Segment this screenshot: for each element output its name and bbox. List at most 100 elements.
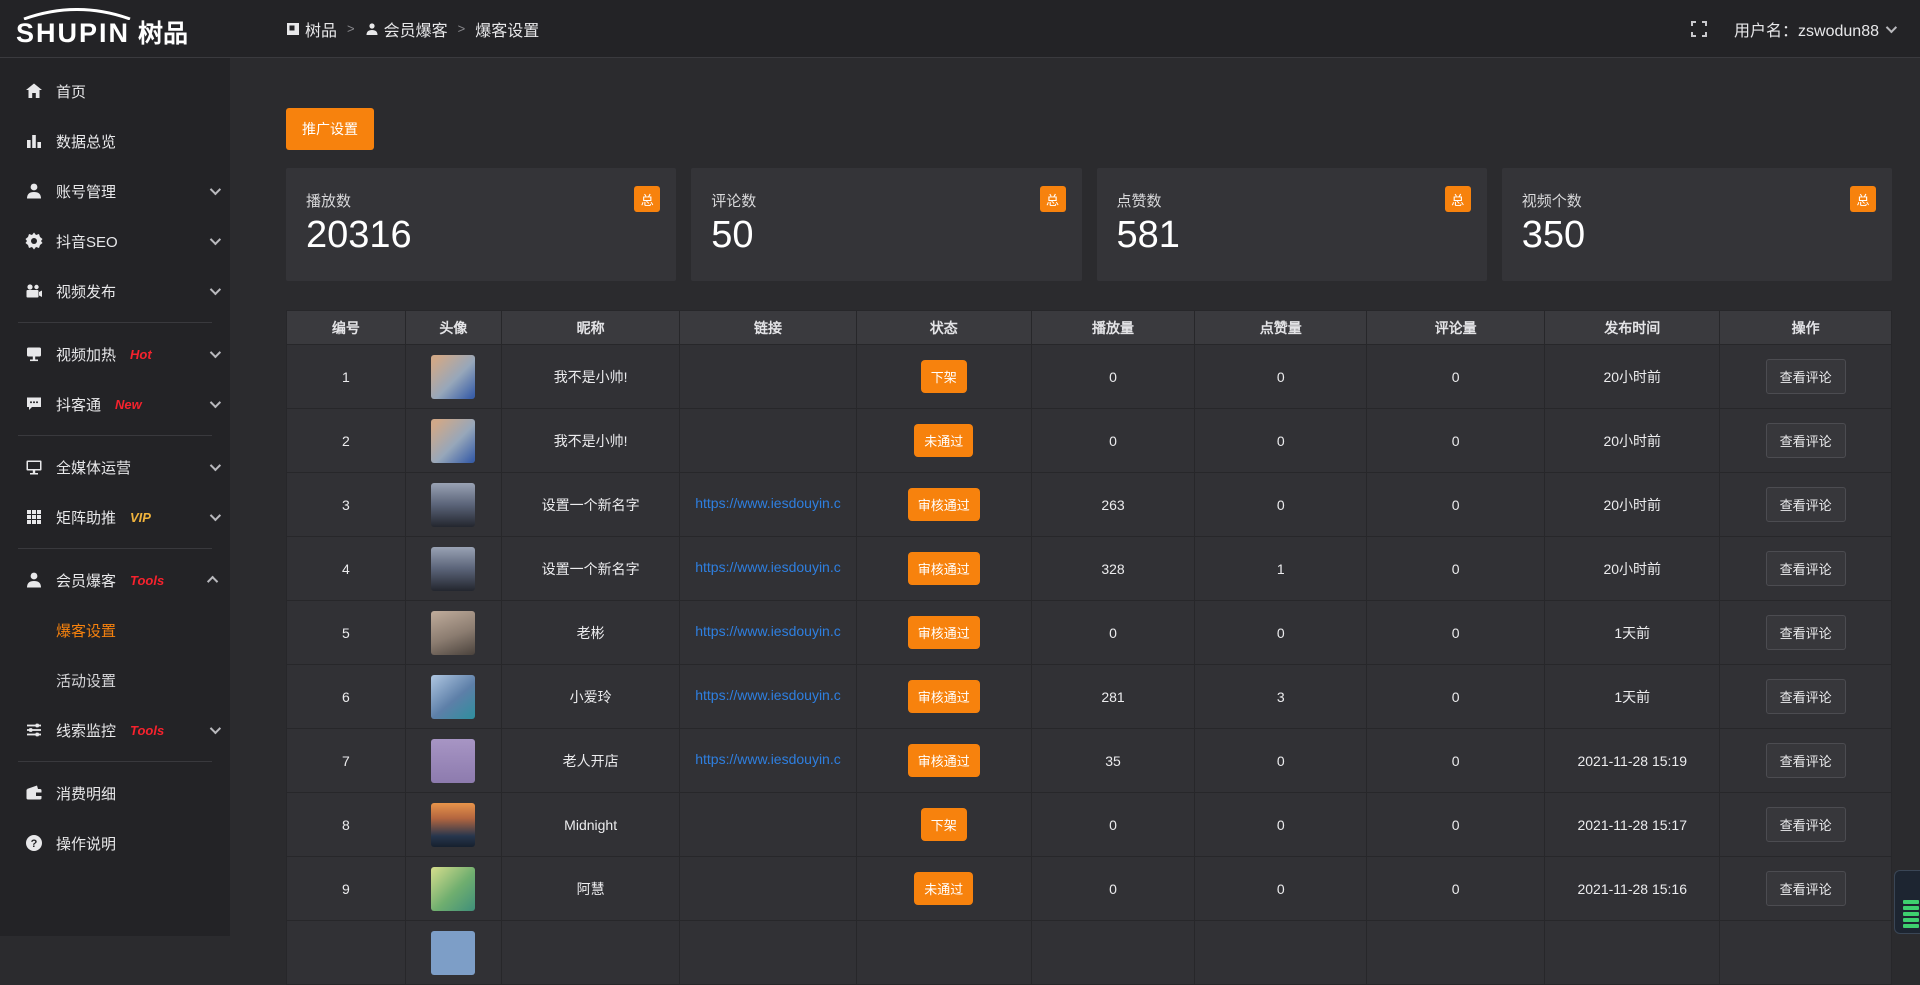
table-row: 3 设置一个新名字 https://www.iesdouyin.c 审核通过 2… <box>287 473 1892 537</box>
view-comments-button[interactable]: 查看评论 <box>1766 423 1846 458</box>
view-comments-button[interactable]: 查看评论 <box>1766 871 1846 906</box>
total-badge: 总 <box>1040 186 1066 212</box>
sidebar-item-account[interactable]: 账号管理 <box>0 166 230 216</box>
chevron-down-icon <box>210 460 221 471</box>
promotion-settings-button[interactable]: 推广设置 <box>286 108 374 150</box>
status-badge[interactable]: 未通过 <box>914 424 973 457</box>
user-menu[interactable]: 用户名：zswodun88 <box>1734 17 1894 41</box>
fullscreen-icon[interactable] <box>1690 20 1708 38</box>
view-comments-button[interactable]: 查看评论 <box>1766 743 1846 778</box>
sidebar-subitem-baoke-settings[interactable]: 爆客设置 <box>0 605 230 655</box>
breadcrumb-home[interactable]: 树品 <box>286 17 337 41</box>
videos-table: 编号 头像 昵称 链接 状态 播放量 点赞量 评论量 发布时间 操作 1 我不是… <box>286 310 1892 985</box>
screen-icon <box>25 345 43 363</box>
status-badge[interactable]: 审核通过 <box>908 680 980 713</box>
sidebar-item-video-publish[interactable]: 视频发布 <box>0 266 230 316</box>
home-icon <box>25 82 43 100</box>
video-link[interactable]: https://www.iesdouyin.c <box>695 687 841 703</box>
sidebar-item-consume-detail[interactable]: 消费明细 <box>0 768 230 818</box>
video-link[interactable]: https://www.iesdouyin.c <box>695 623 841 639</box>
divider <box>18 761 212 762</box>
table-row: 5 老彬 https://www.iesdouyin.c 审核通过 0 0 0 … <box>287 601 1892 665</box>
divider <box>18 548 212 549</box>
sidebar-item-clue-monitor[interactable]: 线索监控 Tools <box>0 705 230 755</box>
question-circle-icon: ? <box>25 834 43 852</box>
stat-value: 581 <box>1117 215 1471 257</box>
app-icon <box>286 22 300 36</box>
view-comments-button[interactable]: 查看评论 <box>1766 359 1846 394</box>
table-row: 8 Midnight 下架 0 0 0 2021-11-28 15:17 查看评… <box>287 793 1892 857</box>
stat-card-comments: 评论数 50 总 <box>691 168 1081 281</box>
sidebar-item-douyin-seo[interactable]: 抖音SEO <box>0 216 230 266</box>
avatar <box>431 483 475 527</box>
status-badge[interactable]: 审核通过 <box>908 744 980 777</box>
breadcrumb-member[interactable]: 会员爆客 <box>365 17 448 41</box>
status-badge[interactable]: 审核通过 <box>908 616 980 649</box>
total-badge: 总 <box>1850 186 1876 212</box>
table-row: 6 小爱玲 https://www.iesdouyin.c 审核通过 281 3… <box>287 665 1892 729</box>
table-row: 2 我不是小帅! 未通过 0 0 0 20小时前 查看评论 <box>287 409 1892 473</box>
status-badge[interactable]: 未通过 <box>914 872 973 905</box>
sidebar-item-douketong[interactable]: 抖客通 New <box>0 379 230 429</box>
sliders-icon <box>25 721 43 739</box>
col-plays: 播放量 <box>1031 311 1195 345</box>
logo-text-cn: 树品 <box>138 22 188 47</box>
breadcrumb-current: 爆客设置 <box>475 17 539 41</box>
col-link: 链接 <box>680 311 857 345</box>
app-logo[interactable]: SHUPIN 树品 <box>0 10 230 47</box>
main-content: 推广设置 播放数 20316 总 评论数 50 总 点赞数 581 总 视频个数… <box>230 58 1920 936</box>
avatar <box>431 611 475 655</box>
status-badge[interactable]: 下架 <box>921 360 967 393</box>
tools-badge: Tools <box>130 723 164 738</box>
sidebar-item-video-heat[interactable]: 视频加热 Hot <box>0 329 230 379</box>
tools-badge: Tools <box>130 573 164 588</box>
divider <box>18 435 212 436</box>
avatar <box>431 355 475 399</box>
sidebar-item-member-baoke[interactable]: 会员爆客 Tools <box>0 555 230 605</box>
view-comments-button[interactable]: 查看评论 <box>1766 551 1846 586</box>
table-row: 9 阿慧 未通过 0 0 0 2021-11-28 15:16 查看评论 <box>287 857 1892 921</box>
stat-card-plays: 播放数 20316 总 <box>286 168 676 281</box>
chevron-down-icon <box>210 234 221 245</box>
avatar <box>431 931 475 975</box>
table-row: 4 设置一个新名字 https://www.iesdouyin.c 审核通过 3… <box>287 537 1892 601</box>
chevron-down-icon <box>210 723 221 734</box>
col-avatar: 头像 <box>405 311 501 345</box>
video-link[interactable]: https://www.iesdouyin.c <box>695 751 841 767</box>
view-comments-button[interactable]: 查看评论 <box>1766 487 1846 522</box>
vip-badge: VIP <box>130 510 151 525</box>
status-badge[interactable]: 审核通过 <box>908 488 980 521</box>
video-link[interactable]: https://www.iesdouyin.c <box>695 495 841 511</box>
user-icon <box>365 22 379 36</box>
view-comments-button[interactable]: 查看评论 <box>1766 679 1846 714</box>
total-badge: 总 <box>1445 186 1471 212</box>
chevron-up-icon <box>207 576 218 587</box>
view-comments-button[interactable]: 查看评论 <box>1766 615 1846 650</box>
sidebar-item-data-overview[interactable]: 数据总览 <box>0 116 230 166</box>
floating-widget[interactable] <box>1894 870 1920 934</box>
status-badge[interactable]: 审核通过 <box>908 552 980 585</box>
monitor-icon <box>25 458 43 476</box>
status-badge[interactable]: 下架 <box>921 808 967 841</box>
new-badge: New <box>115 397 142 412</box>
sidebar-item-media-operation[interactable]: 全媒体运营 <box>0 442 230 492</box>
col-status: 状态 <box>856 311 1031 345</box>
stat-card-likes: 点赞数 581 总 <box>1097 168 1487 281</box>
sidebar-item-operation-guide[interactable]: ? 操作说明 <box>0 818 230 868</box>
wallet-icon <box>25 784 43 802</box>
chevron-down-icon <box>210 184 221 195</box>
grid-icon <box>25 508 43 526</box>
logo-arc-icon <box>18 8 136 20</box>
chevron-down-icon <box>210 510 221 521</box>
sidebar-item-home[interactable]: 首页 <box>0 66 230 116</box>
col-action: 操作 <box>1720 311 1892 345</box>
breadcrumb-separator: > <box>458 21 466 36</box>
sidebar-item-matrix-boost[interactable]: 矩阵助推 VIP <box>0 492 230 542</box>
sidebar-subitem-activity-settings[interactable]: 活动设置 <box>0 655 230 705</box>
bar-chart-icon <box>25 132 43 150</box>
total-badge: 总 <box>634 186 660 212</box>
col-nickname: 昵称 <box>502 311 680 345</box>
video-link[interactable]: https://www.iesdouyin.c <box>695 559 841 575</box>
user-icon <box>25 182 43 200</box>
view-comments-button[interactable]: 查看评论 <box>1766 807 1846 842</box>
